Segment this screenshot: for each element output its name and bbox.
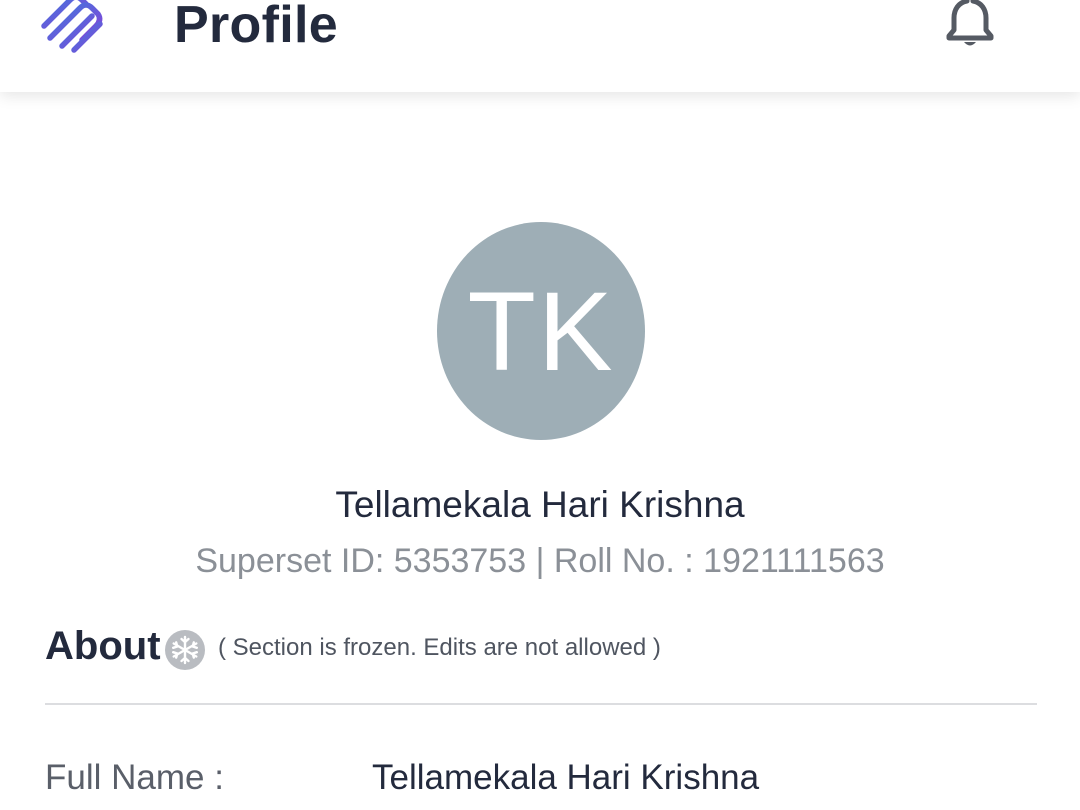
full-name-label: Full Name : — [45, 758, 224, 797]
brand-logo-icon[interactable] — [36, 0, 118, 56]
profile-ids: Superset ID: 5353753 | Roll No. : 192111… — [195, 542, 885, 580]
snowflake-icon — [165, 630, 205, 670]
app-header: Profile — [0, 0, 1080, 92]
avatar-initials: TK — [467, 268, 615, 394]
page-title: Profile — [174, 0, 338, 54]
frozen-section-note: ( Section is frozen. Edits are not allow… — [218, 634, 661, 661]
avatar: TK — [437, 222, 645, 440]
section-divider — [45, 703, 1037, 705]
bell-icon[interactable] — [944, 0, 996, 50]
section-heading-about: About — [45, 624, 161, 668]
profile-name: Tellamekala Hari Krishna — [335, 484, 745, 525]
full-name-value: Tellamekala Hari Krishna — [372, 758, 760, 797]
